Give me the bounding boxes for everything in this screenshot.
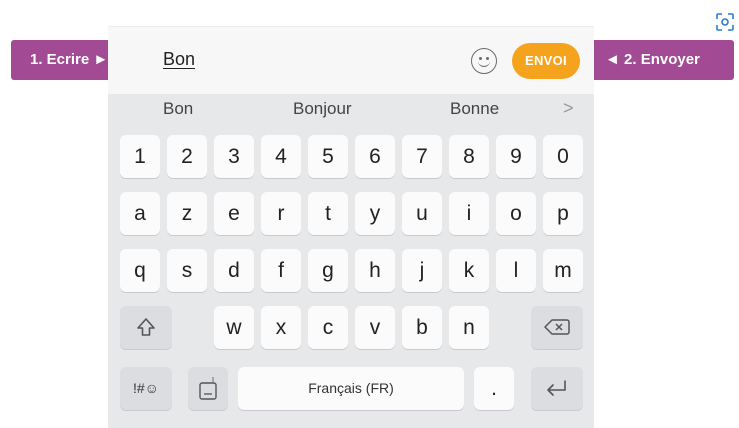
suggestion-item[interactable]: Bon: [163, 99, 193, 119]
enter-icon: [547, 380, 566, 396]
key[interactable]: 5: [308, 135, 348, 178]
backspace-key[interactable]: [531, 306, 583, 349]
symbols-key[interactable]: !#☺: [120, 367, 172, 410]
key[interactable]: 1: [120, 135, 160, 178]
key[interactable]: r: [261, 192, 301, 235]
key[interactable]: p: [543, 192, 583, 235]
key[interactable]: 2: [167, 135, 207, 178]
key[interactable]: g: [308, 249, 348, 292]
chevron-right-icon[interactable]: >: [563, 98, 574, 119]
key[interactable]: f: [261, 249, 301, 292]
key[interactable]: k: [449, 249, 489, 292]
key[interactable]: q: [120, 249, 160, 292]
keyboard: 1 2 3 4 5 6 7 8 9 0 a z e r t y u i o p …: [108, 128, 594, 428]
key[interactable]: 4: [261, 135, 301, 178]
screen-capture-icon[interactable]: [715, 12, 735, 32]
callout-send: ◄ 2. Envoyer: [589, 40, 734, 80]
key[interactable]: 6: [355, 135, 395, 178]
key[interactable]: x: [261, 306, 301, 349]
message-input-bar[interactable]: Bon ENVOI: [108, 26, 594, 94]
key[interactable]: w: [214, 306, 254, 349]
suggestion-item[interactable]: Bonjour: [293, 99, 352, 119]
enter-key[interactable]: [531, 367, 583, 410]
key[interactable]: b: [402, 306, 442, 349]
shift-key[interactable]: [120, 306, 172, 349]
key[interactable]: s: [167, 249, 207, 292]
keyboard-settings-key[interactable]: [188, 367, 228, 410]
key[interactable]: o: [496, 192, 536, 235]
send-button[interactable]: ENVOI: [512, 43, 580, 79]
key[interactable]: n: [449, 306, 489, 349]
key[interactable]: i: [449, 192, 489, 235]
key[interactable]: z: [167, 192, 207, 235]
message-input[interactable]: Bon: [163, 49, 195, 70]
suggestion-item[interactable]: Bonne: [450, 99, 499, 119]
key[interactable]: 7: [402, 135, 442, 178]
key[interactable]: d: [214, 249, 254, 292]
key[interactable]: a: [120, 192, 160, 235]
key[interactable]: 0: [543, 135, 583, 178]
key[interactable]: m: [543, 249, 583, 292]
space-key[interactable]: Français (FR): [238, 367, 464, 410]
key[interactable]: c: [308, 306, 348, 349]
key[interactable]: t: [308, 192, 348, 235]
key[interactable]: u: [402, 192, 442, 235]
backspace-icon: [544, 319, 570, 335]
keyboard-settings-icon: [199, 377, 217, 400]
period-key[interactable]: .: [474, 367, 514, 410]
phone-screen: Bon ENVOI Bon Bonjour Bonne > 1 2 3 4 5 …: [108, 26, 594, 428]
key[interactable]: v: [355, 306, 395, 349]
key[interactable]: 3: [214, 135, 254, 178]
key[interactable]: j: [402, 249, 442, 292]
key[interactable]: 8: [449, 135, 489, 178]
key[interactable]: 9: [496, 135, 536, 178]
shift-icon: [137, 318, 155, 336]
suggestion-bar: Bon Bonjour Bonne >: [108, 94, 594, 128]
key[interactable]: l: [496, 249, 536, 292]
key[interactable]: y: [355, 192, 395, 235]
key[interactable]: h: [355, 249, 395, 292]
key[interactable]: e: [214, 192, 254, 235]
smiley-icon[interactable]: [471, 48, 497, 74]
